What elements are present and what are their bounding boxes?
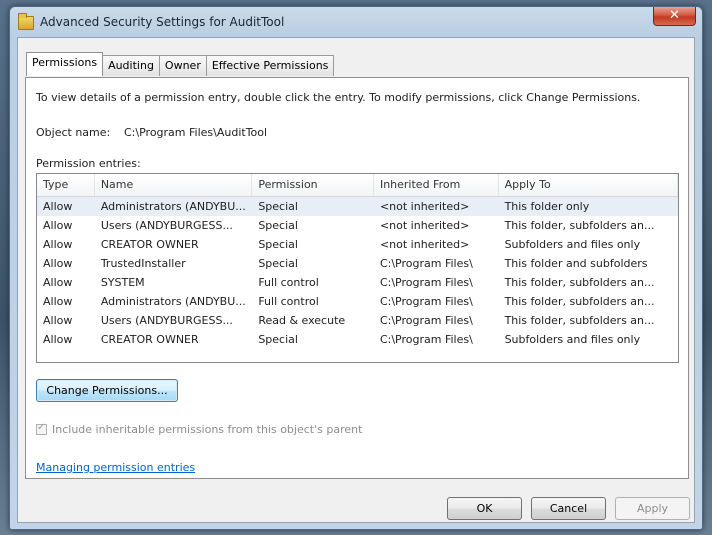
column-header-inherited-from[interactable]: Inherited From <box>374 174 499 196</box>
column-header-type[interactable]: Type <box>37 174 95 196</box>
cell-permission: Full control <box>258 276 319 289</box>
advanced-security-settings-window: Advanced Security Settings for AuditTool… <box>9 6 703 530</box>
tab-owner[interactable]: Owner <box>158 55 207 76</box>
instruction-text: To view details of a permission entry, d… <box>36 91 641 104</box>
cell-name: CREATOR OWNER <box>100 238 199 251</box>
cell-type: Allow <box>43 200 73 213</box>
cell-name: CREATOR OWNER <box>100 333 199 346</box>
cell-inherited-from: C:\Program Files\ <box>379 333 473 346</box>
inherit-permissions-checkbox[interactable] <box>36 422 47 435</box>
object-name-value: C:\Program Files\AuditTool <box>124 126 268 139</box>
cell-type: Allow <box>43 333 73 346</box>
inherit-permissions-option: Include inheritable permissions from thi… <box>36 421 362 437</box>
cell-permission: Special <box>258 257 298 270</box>
cell-type: Allow <box>43 295 73 308</box>
cell-apply-to: This folder, subfolders an... <box>504 276 655 289</box>
cell-name: SYSTEM <box>100 276 145 289</box>
inherit-permissions-label: Include inheritable permissions from thi… <box>52 422 363 436</box>
managing-permission-entries-link[interactable]: Managing permission entries <box>36 461 195 474</box>
cell-type: Allow <box>43 314 73 327</box>
cell-permission: Special <box>258 333 298 346</box>
cell-name: Administrators (ANDYBU... <box>100 295 246 308</box>
cell-inherited-from: C:\Program Files\ <box>379 295 473 308</box>
cell-permission: Special <box>258 238 298 251</box>
cell-inherited-from: C:\Program Files\ <box>379 314 473 327</box>
cell-inherited-from: <not inherited> <box>379 219 470 232</box>
cell-type: Allow <box>43 219 73 232</box>
object-name-label: Object name: <box>36 126 111 139</box>
column-header-name[interactable]: Name <box>95 174 253 196</box>
cell-name: Users (ANDYBURGESS... <box>100 314 233 327</box>
cell-apply-to: This folder and subfolders <box>504 257 648 270</box>
title-bar[interactable]: Advanced Security Settings for AuditTool… <box>10 7 702 37</box>
permission-entries-label: Permission entries: <box>36 157 141 170</box>
table-row[interactable]: Allow CREATOR OWNER Special <not inherit… <box>37 235 678 254</box>
cell-inherited-from: <not inherited> <box>379 238 470 251</box>
table-row[interactable]: Allow SYSTEM Full control C:\Program Fil… <box>37 273 678 292</box>
cell-apply-to: This folder only <box>504 200 590 213</box>
cell-permission: Special <box>258 200 298 213</box>
permissions-tab-panel: To view details of a permission entry, d… <box>25 77 689 479</box>
cell-apply-to: Subfolders and files only <box>504 238 641 251</box>
column-header-apply-to[interactable]: Apply To <box>499 174 678 196</box>
close-button[interactable]: ✕ <box>653 7 696 26</box>
cell-permission: Special <box>258 219 298 232</box>
table-row[interactable]: Allow Administrators (ANDYBU... Full con… <box>37 292 678 311</box>
apply-button[interactable]: Apply <box>615 497 690 520</box>
cell-apply-to: This folder, subfolders an... <box>504 314 655 327</box>
cell-inherited-from: C:\Program Files\ <box>379 257 473 270</box>
table-row[interactable]: Allow Administrators (ANDYBU... Special … <box>37 197 678 216</box>
ok-button[interactable]: OK <box>447 497 522 520</box>
cell-type: Allow <box>43 238 73 251</box>
cell-apply-to: This folder, subfolders an... <box>504 219 655 232</box>
tab-effective-permissions[interactable]: Effective Permissions <box>205 55 335 76</box>
change-permissions-button[interactable]: Change Permissions... <box>36 379 178 402</box>
column-header-permission[interactable]: Permission <box>252 174 374 196</box>
cell-apply-to: This folder, subfolders an... <box>504 295 655 308</box>
folder-icon <box>18 13 34 30</box>
cell-apply-to: Subfolders and files only <box>504 333 641 346</box>
table-row[interactable]: Allow CREATOR OWNER Special C:\Program F… <box>37 330 678 349</box>
cell-permission: Full control <box>258 295 319 308</box>
tab-auditing[interactable]: Auditing <box>102 55 160 76</box>
dialog-client-area: Permissions Auditing Owner Effective Per… <box>17 37 695 523</box>
cell-inherited-from: C:\Program Files\ <box>379 276 473 289</box>
cell-name: TrustedInstaller <box>100 257 186 270</box>
table-row[interactable]: Allow Users (ANDYBURGESS... Special <not… <box>37 216 678 235</box>
table-row[interactable]: Allow Users (ANDYBURGESS... Read & execu… <box>37 311 678 330</box>
cell-type: Allow <box>43 276 73 289</box>
cell-name: Administrators (ANDYBU... <box>100 200 246 213</box>
cell-name: Users (ANDYBURGESS... <box>100 219 233 232</box>
table-row[interactable]: Allow TrustedInstaller Special C:\Progra… <box>37 254 678 273</box>
cell-permission: Read & execute <box>258 314 346 327</box>
permission-entries-list[interactable]: Type Name Permission Inherited From Appl… <box>36 173 679 363</box>
cancel-button[interactable]: Cancel <box>531 497 606 520</box>
tab-strip: Permissions Auditing Owner Effective Per… <box>26 52 335 76</box>
tab-permissions[interactable]: Permissions <box>26 52 104 76</box>
list-rows: Allow Administrators (ANDYBU... Special … <box>37 197 678 349</box>
cell-type: Allow <box>43 257 73 270</box>
list-header: Type Name Permission Inherited From Appl… <box>37 174 678 197</box>
window-title: Advanced Security Settings for AuditTool <box>40 15 285 29</box>
cell-inherited-from: <not inherited> <box>379 200 470 213</box>
